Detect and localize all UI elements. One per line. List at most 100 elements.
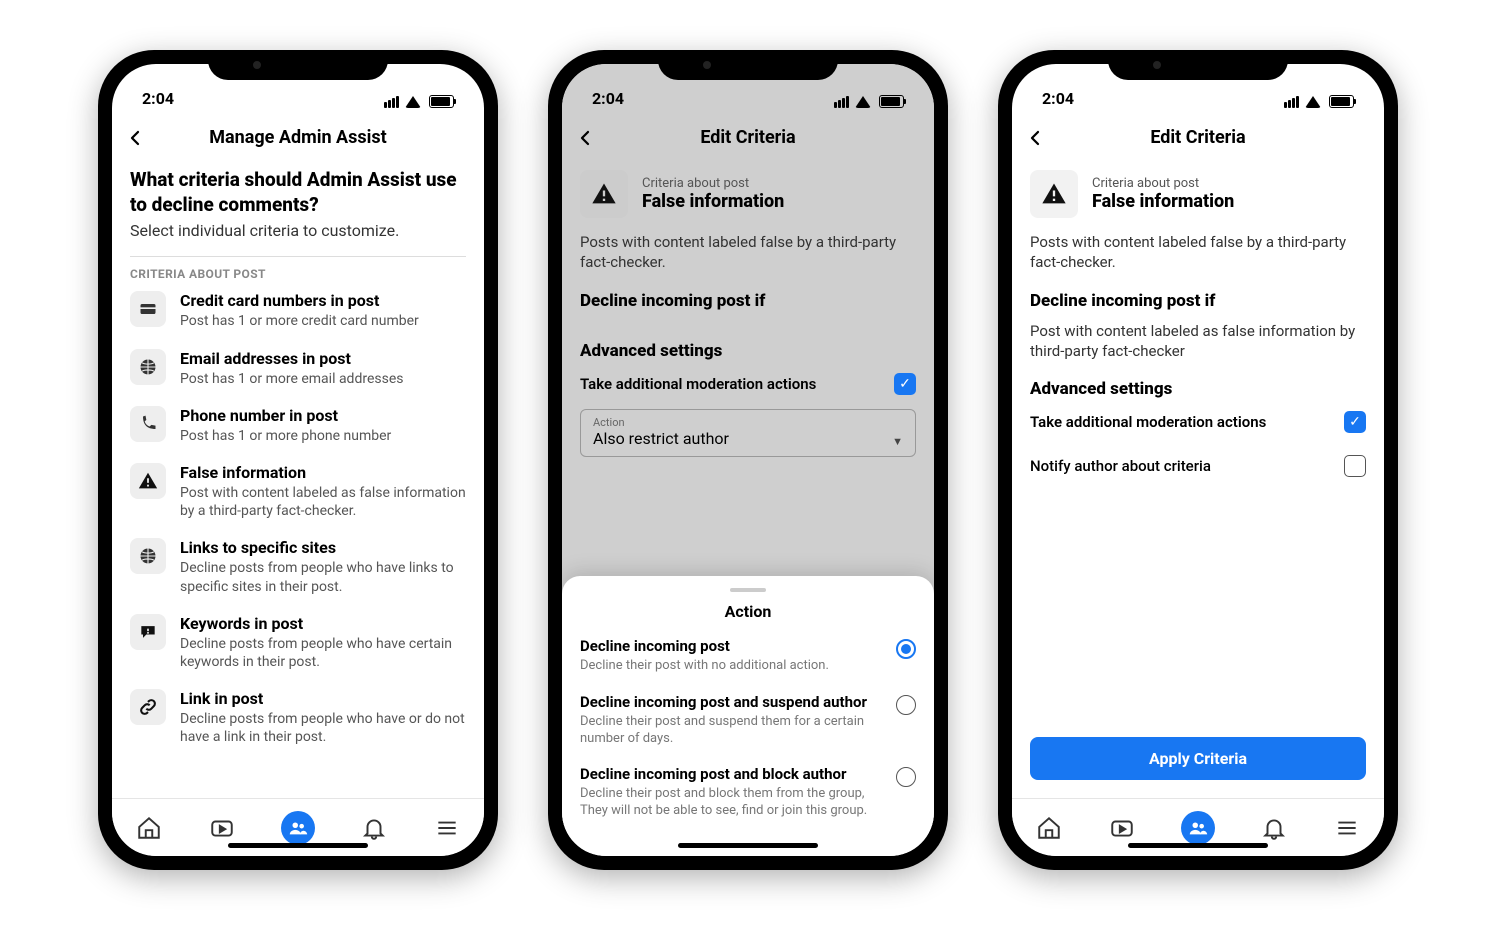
wifi-icon xyxy=(855,96,871,108)
screen: 2:04 Edit Criteria Criteria about po xyxy=(1012,64,1384,856)
criteria-desc: Decline posts from people who have links… xyxy=(180,559,466,595)
globe-icon xyxy=(130,538,166,574)
phone-edit-criteria-sheet: 2:04 Edit Criteria Criteria about post F… xyxy=(548,50,948,870)
header: Edit Criteria xyxy=(562,112,934,162)
tab-watch[interactable] xyxy=(1107,813,1137,843)
radio-unselected-icon[interactable] xyxy=(896,695,916,715)
status-time: 2:04 xyxy=(592,89,624,108)
criteria-desc: Post has 1 or more credit card number xyxy=(180,312,419,330)
criteria-keywords[interactable]: Keywords in post Decline posts from peop… xyxy=(130,614,466,671)
warning-icon xyxy=(130,463,166,499)
signal-icon xyxy=(834,96,849,108)
home-indicator xyxy=(1128,843,1268,848)
advanced-heading: Advanced settings xyxy=(1030,379,1366,399)
tab-home[interactable] xyxy=(1034,813,1064,843)
screen: 2:04 Edit Criteria Criteria about post F… xyxy=(562,64,934,856)
phone-icon xyxy=(130,406,166,442)
apply-criteria-button[interactable]: Apply Criteria xyxy=(1030,737,1366,780)
tab-notifications[interactable] xyxy=(1259,813,1289,843)
criteria-title: Links to specific sites xyxy=(180,538,466,557)
criteria-description: Posts with content labeled false by a th… xyxy=(580,232,916,273)
divider xyxy=(130,256,466,257)
option-title: Decline incoming post xyxy=(580,637,829,656)
warning-icon xyxy=(580,170,628,218)
phone-edit-criteria-apply: 2:04 Edit Criteria Criteria about po xyxy=(998,50,1398,870)
criteria-desc: Post with content labeled as false infor… xyxy=(180,484,466,520)
criteria-link[interactable]: Link in post Decline posts from people w… xyxy=(130,689,466,746)
credit-card-icon xyxy=(130,291,166,327)
tab-notifications[interactable] xyxy=(359,813,389,843)
radio-selected-icon[interactable] xyxy=(896,639,916,659)
status-time: 2:04 xyxy=(142,89,174,108)
checkbox-checked-icon[interactable]: ✓ xyxy=(894,373,916,395)
dropdown-label: Action xyxy=(593,416,729,429)
tab-groups[interactable] xyxy=(1181,811,1215,845)
rule-text: Post with content labeled as false infor… xyxy=(1030,321,1366,362)
status-time: 2:04 xyxy=(1042,89,1074,108)
criteria-desc: Post has 1 or more phone number xyxy=(180,427,391,445)
criteria-name: False information xyxy=(1092,191,1234,212)
page-title: Manage Admin Assist xyxy=(209,127,386,148)
globe-icon xyxy=(130,349,166,385)
checkbox-checked-icon[interactable]: ✓ xyxy=(1344,411,1366,433)
criteria-phone[interactable]: Phone number in post Post has 1 or more … xyxy=(130,406,466,445)
criteria-title: Credit card numbers in post xyxy=(180,291,419,310)
tab-groups[interactable] xyxy=(281,811,315,845)
checkbox-empty-icon[interactable] xyxy=(1344,455,1366,477)
warning-icon xyxy=(1030,170,1078,218)
criteria-credit-card[interactable]: Credit card numbers in post Post has 1 o… xyxy=(130,291,466,330)
headline-subtext: Select individual criteria to customize. xyxy=(130,221,466,240)
option-desc: Decline their post with no additional ac… xyxy=(580,658,829,675)
header: Manage Admin Assist xyxy=(112,112,484,162)
home-indicator xyxy=(228,843,368,848)
criteria-title: False information xyxy=(180,463,466,482)
criteria-title: Keywords in post xyxy=(180,614,466,633)
criteria-description: Posts with content labeled false by a th… xyxy=(1030,232,1366,273)
setting-label: Take additional moderation actions xyxy=(1030,413,1266,431)
device-notch xyxy=(658,50,838,80)
back-button[interactable] xyxy=(1026,121,1044,154)
page-title: Edit Criteria xyxy=(1150,127,1245,148)
advanced-heading: Advanced settings xyxy=(580,341,916,361)
option-decline-suspend[interactable]: Decline incoming post and suspend author… xyxy=(580,693,916,748)
tab-menu[interactable] xyxy=(432,813,462,843)
criteria-links-sites[interactable]: Links to specific sites Decline posts fr… xyxy=(130,538,466,595)
option-desc: Decline their post and block them from t… xyxy=(580,786,884,820)
criteria-email[interactable]: Email addresses in post Post has 1 or mo… xyxy=(130,349,466,388)
tab-menu[interactable] xyxy=(1332,813,1362,843)
criteria-desc: Decline posts from people who have certa… xyxy=(180,635,466,671)
sheet-title: Action xyxy=(580,602,916,621)
tab-home[interactable] xyxy=(134,813,164,843)
setting-moderation-actions[interactable]: Take additional moderation actions ✓ xyxy=(1030,411,1366,433)
action-dropdown[interactable]: Action Also restrict author ▼ xyxy=(580,409,916,457)
link-icon xyxy=(130,689,166,725)
sheet-grabber[interactable] xyxy=(730,588,766,592)
option-desc: Decline their post and suspend them for … xyxy=(580,714,884,748)
dropdown-value: Also restrict author xyxy=(593,429,729,448)
criteria-title: Email addresses in post xyxy=(180,349,404,368)
home-indicator xyxy=(678,843,818,848)
setting-label: Take additional moderation actions xyxy=(580,375,816,393)
battery-icon xyxy=(1329,95,1354,108)
back-button[interactable] xyxy=(126,121,144,154)
option-title: Decline incoming post and suspend author xyxy=(580,693,884,712)
setting-moderation-actions[interactable]: Take additional moderation actions ✓ xyxy=(580,373,916,395)
wifi-icon xyxy=(1305,96,1321,108)
criteria-desc: Post has 1 or more email addresses xyxy=(180,370,404,388)
criteria-name: False information xyxy=(642,191,784,212)
battery-icon xyxy=(879,95,904,108)
comment-icon xyxy=(130,614,166,650)
tab-watch[interactable] xyxy=(207,813,237,843)
criteria-eyebrow: Criteria about post xyxy=(1092,176,1234,191)
signal-icon xyxy=(384,96,399,108)
option-decline-block[interactable]: Decline incoming post and block author D… xyxy=(580,765,916,820)
criteria-false-info[interactable]: False information Post with content labe… xyxy=(130,463,466,520)
wifi-icon xyxy=(405,96,421,108)
option-decline[interactable]: Decline incoming post Decline their post… xyxy=(580,637,916,675)
screen: 2:04 Manage Admin Assist What criteria s… xyxy=(112,64,484,856)
setting-notify-author[interactable]: Notify author about criteria xyxy=(1030,455,1366,477)
radio-unselected-icon[interactable] xyxy=(896,767,916,787)
back-button[interactable] xyxy=(576,121,594,154)
criteria-desc: Decline posts from people who have or do… xyxy=(180,710,466,746)
signal-icon xyxy=(1284,96,1299,108)
